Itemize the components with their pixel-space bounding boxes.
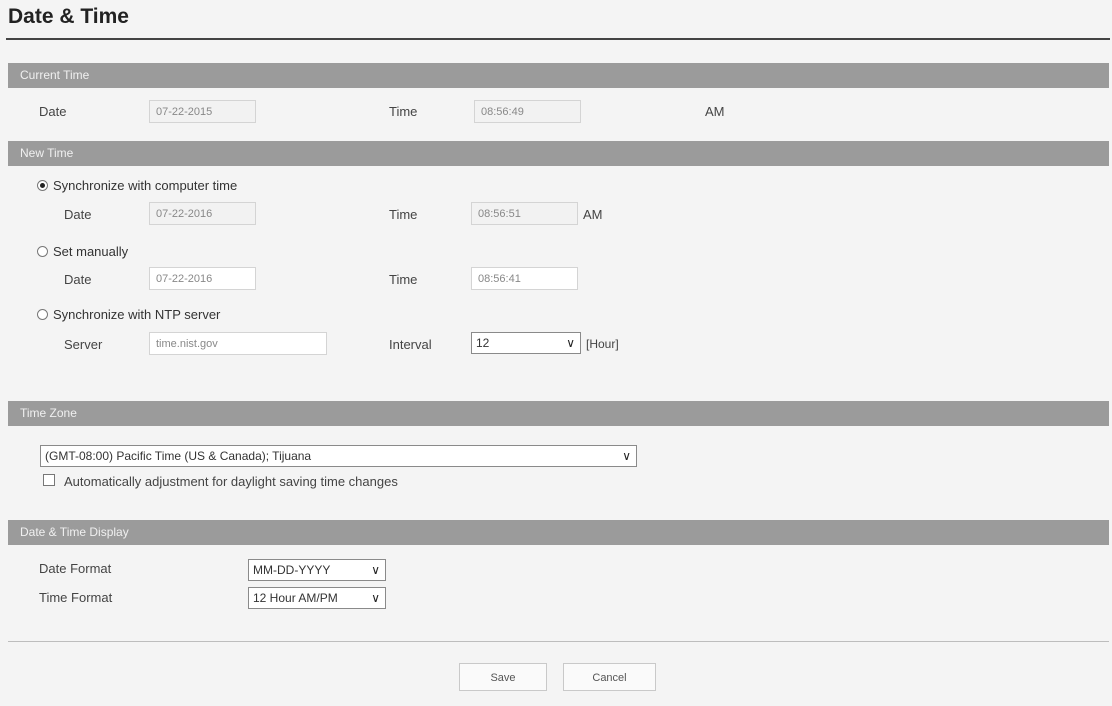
chevron-down-icon: ∨ [371, 563, 380, 577]
section-header-time-zone: Time Zone [8, 401, 1109, 426]
ntp-interval-label: Interval [389, 337, 432, 352]
sync-computer-ampm: AM [583, 207, 603, 222]
date-format-select[interactable]: MM-DD-YYYY ∨ [248, 559, 386, 581]
ntp-radio[interactable] [37, 309, 48, 320]
ntp-server-field[interactable] [149, 332, 327, 355]
current-date-field[interactable] [149, 100, 256, 123]
chevron-down-icon: ∨ [371, 591, 380, 605]
save-button[interactable]: Save [459, 663, 547, 691]
dst-checkbox[interactable] [43, 474, 55, 486]
sync-computer-option[interactable]: Synchronize with computer time [37, 178, 237, 193]
page-title: Date & Time [8, 5, 129, 28]
ntp-server-label: Server [64, 337, 103, 352]
dst-label: Automatically adjustment for daylight sa… [64, 474, 398, 489]
time-format-label: Time Format [39, 590, 113, 605]
current-date-label: Date [39, 104, 67, 119]
ntp-label: Synchronize with NTP server [53, 307, 221, 322]
set-manually-option[interactable]: Set manually [37, 244, 128, 259]
cancel-button[interactable]: Cancel [563, 663, 656, 691]
sync-computer-label: Synchronize with computer time [53, 178, 238, 193]
section-header-new-time: New Time [8, 141, 1109, 166]
date-format-value: MM-DD-YYYY [253, 563, 331, 577]
manual-time-label: Time [389, 272, 418, 287]
set-manually-label: Set manually [53, 244, 129, 259]
manual-date-field[interactable] [149, 267, 256, 290]
time-zone-select[interactable]: (GMT-08:00) Pacific Time (US & Canada); … [40, 445, 637, 467]
ntp-interval-select[interactable]: 12 ∨ [471, 332, 581, 354]
section-header-current-time: Current Time [8, 63, 1109, 88]
set-manually-radio[interactable] [37, 246, 48, 257]
manual-date-label: Date [64, 272, 92, 287]
chevron-down-icon: ∨ [566, 336, 575, 350]
date-format-label: Date Format [39, 561, 112, 576]
current-time-label: Time [389, 104, 418, 119]
ntp-option[interactable]: Synchronize with NTP server [37, 307, 220, 322]
sync-computer-radio[interactable] [37, 180, 48, 191]
chevron-down-icon: ∨ [622, 449, 631, 463]
footer-divider [8, 641, 1109, 642]
current-time-ampm: AM [705, 104, 725, 119]
sync-computer-date-label: Date [64, 207, 92, 222]
time-zone-value: (GMT-08:00) Pacific Time (US & Canada); … [45, 449, 312, 463]
section-header-display: Date & Time Display [8, 520, 1109, 545]
sync-computer-time-field[interactable] [471, 202, 578, 225]
manual-time-field[interactable] [471, 267, 578, 290]
time-format-value: 12 Hour AM/PM [253, 591, 338, 605]
title-divider [6, 38, 1110, 40]
ntp-interval-unit: [Hour] [586, 337, 619, 351]
sync-computer-date-field[interactable] [149, 202, 256, 225]
ntp-interval-value: 12 [476, 336, 490, 350]
current-time-field[interactable] [474, 100, 581, 123]
time-format-select[interactable]: 12 Hour AM/PM ∨ [248, 587, 386, 609]
sync-computer-time-label: Time [389, 207, 418, 222]
